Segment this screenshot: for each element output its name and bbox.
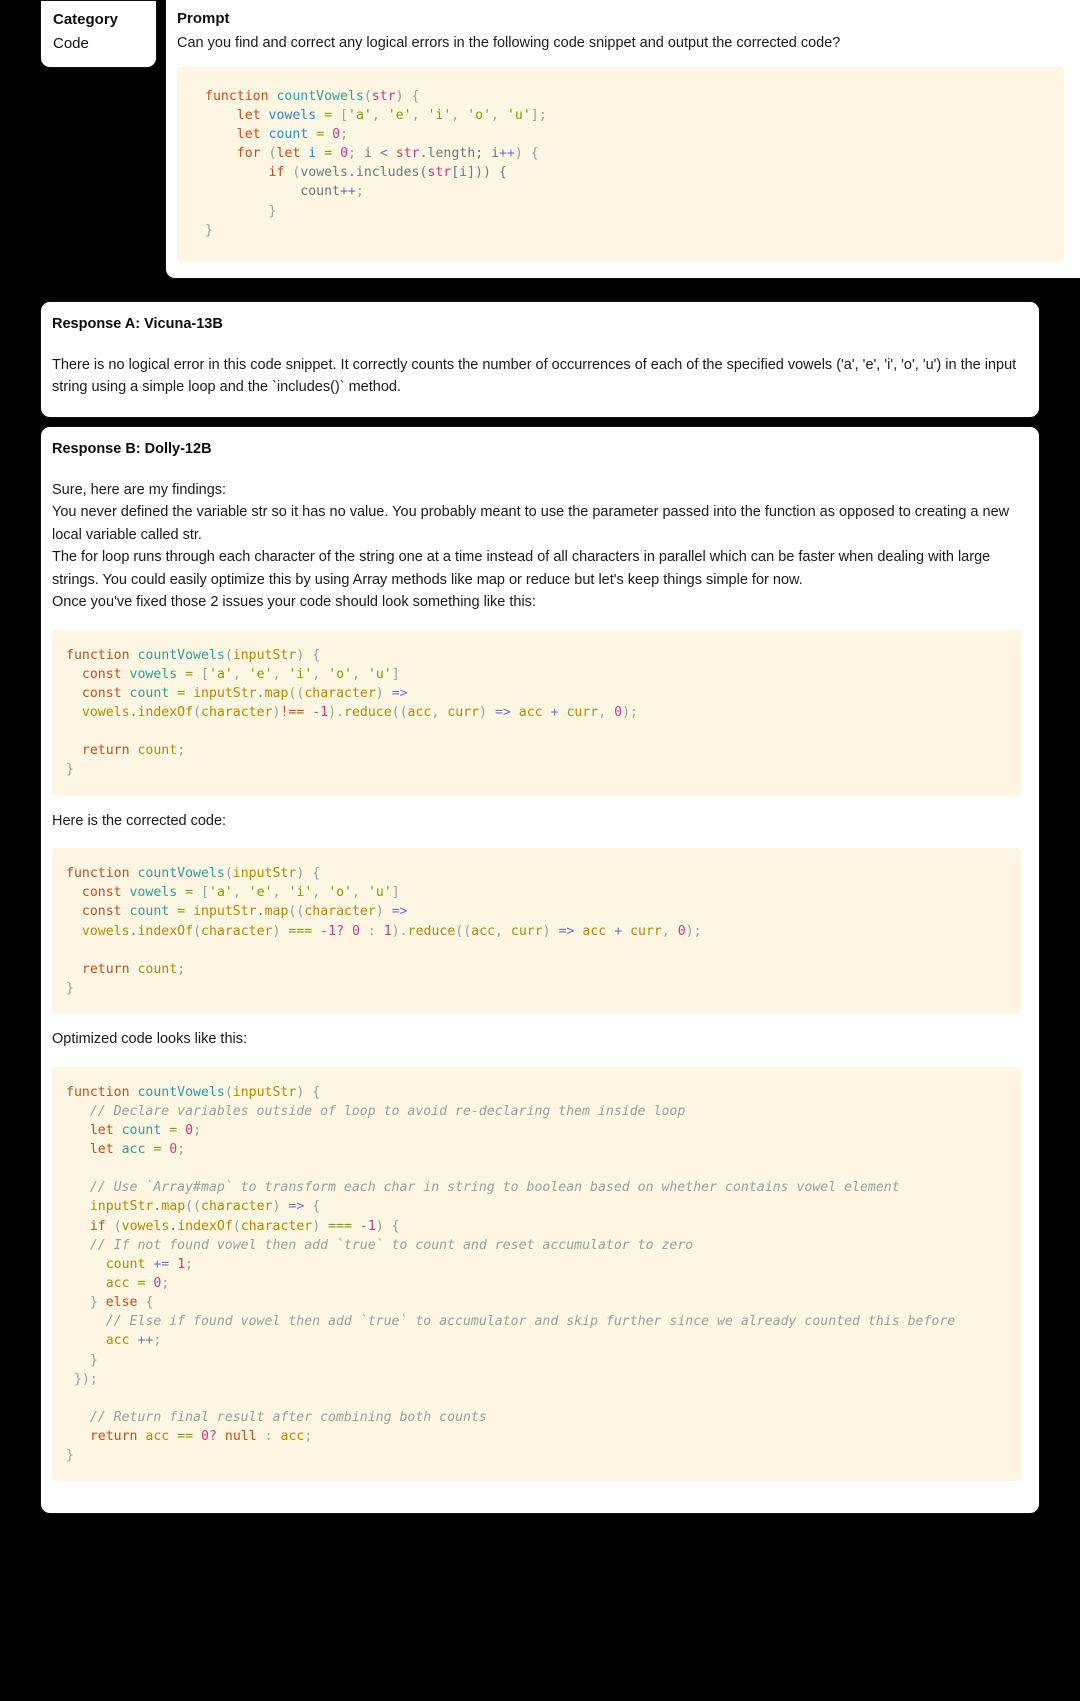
response-b-label-corrected: Here is the corrected code: <box>52 812 227 829</box>
response-b-code-1: function countVowels(inputStr) { const v… <box>66 647 638 778</box>
response-b-code-block-1: function countVowels(inputStr) { const v… <box>52 629 1021 796</box>
response-b-code-2: function countVowels(inputStr) { const v… <box>66 866 702 996</box>
category-value: Code <box>53 34 89 52</box>
response-b-label-optimized: Optimized code looks like this: <box>52 1031 248 1048</box>
response-b-paragraph-1: You never defined the variable str so it… <box>52 504 1010 543</box>
response-b-card: Response B: Dolly-12B Sure, here are my … <box>40 425 1040 1515</box>
response-a-paragraph: There is no logical error in this code s… <box>52 356 1017 396</box>
prompt-code: function countVowels(str) { let vowels =… <box>205 88 547 238</box>
response-a-card: Response A: Vicuna-13B There is no logic… <box>40 300 1040 418</box>
prompt-header-band: Category Code Prompt Can you find and co… <box>0 0 1080 279</box>
band-gap-1 <box>0 278 1080 301</box>
response-b-paragraph-3: Once you've fixed those 2 issues your co… <box>52 594 536 611</box>
response-b-title: Response B: Dolly-12B <box>52 440 212 457</box>
response-b-code-3: function countVowels(inputStr) { // Decl… <box>66 1084 956 1464</box>
prompt-code-block: function countVowels(str) { let vowels =… <box>177 66 1064 262</box>
category-label: Category <box>53 11 119 28</box>
response-a-title: Response A: Vicuna-13B <box>52 315 223 332</box>
band-gap-2 <box>0 417 1080 426</box>
response-b-code-block-3: function countVowels(inputStr) { // Decl… <box>52 1066 1021 1482</box>
response-b-intro: Sure, here are my findings: <box>52 481 227 498</box>
page-bottom-spacer <box>0 1514 1080 1527</box>
prompt-question: Can you find and correct any logical err… <box>177 35 841 51</box>
category-card: Category Code <box>40 0 157 68</box>
prompt-card: Prompt Can you find and correct any logi… <box>165 0 1080 279</box>
prompt-label: Prompt <box>177 10 230 27</box>
response-b-paragraph-2: The for loop runs through each character… <box>52 549 991 588</box>
response-b-code-block-2: function countVowels(inputStr) { const v… <box>52 848 1021 1015</box>
